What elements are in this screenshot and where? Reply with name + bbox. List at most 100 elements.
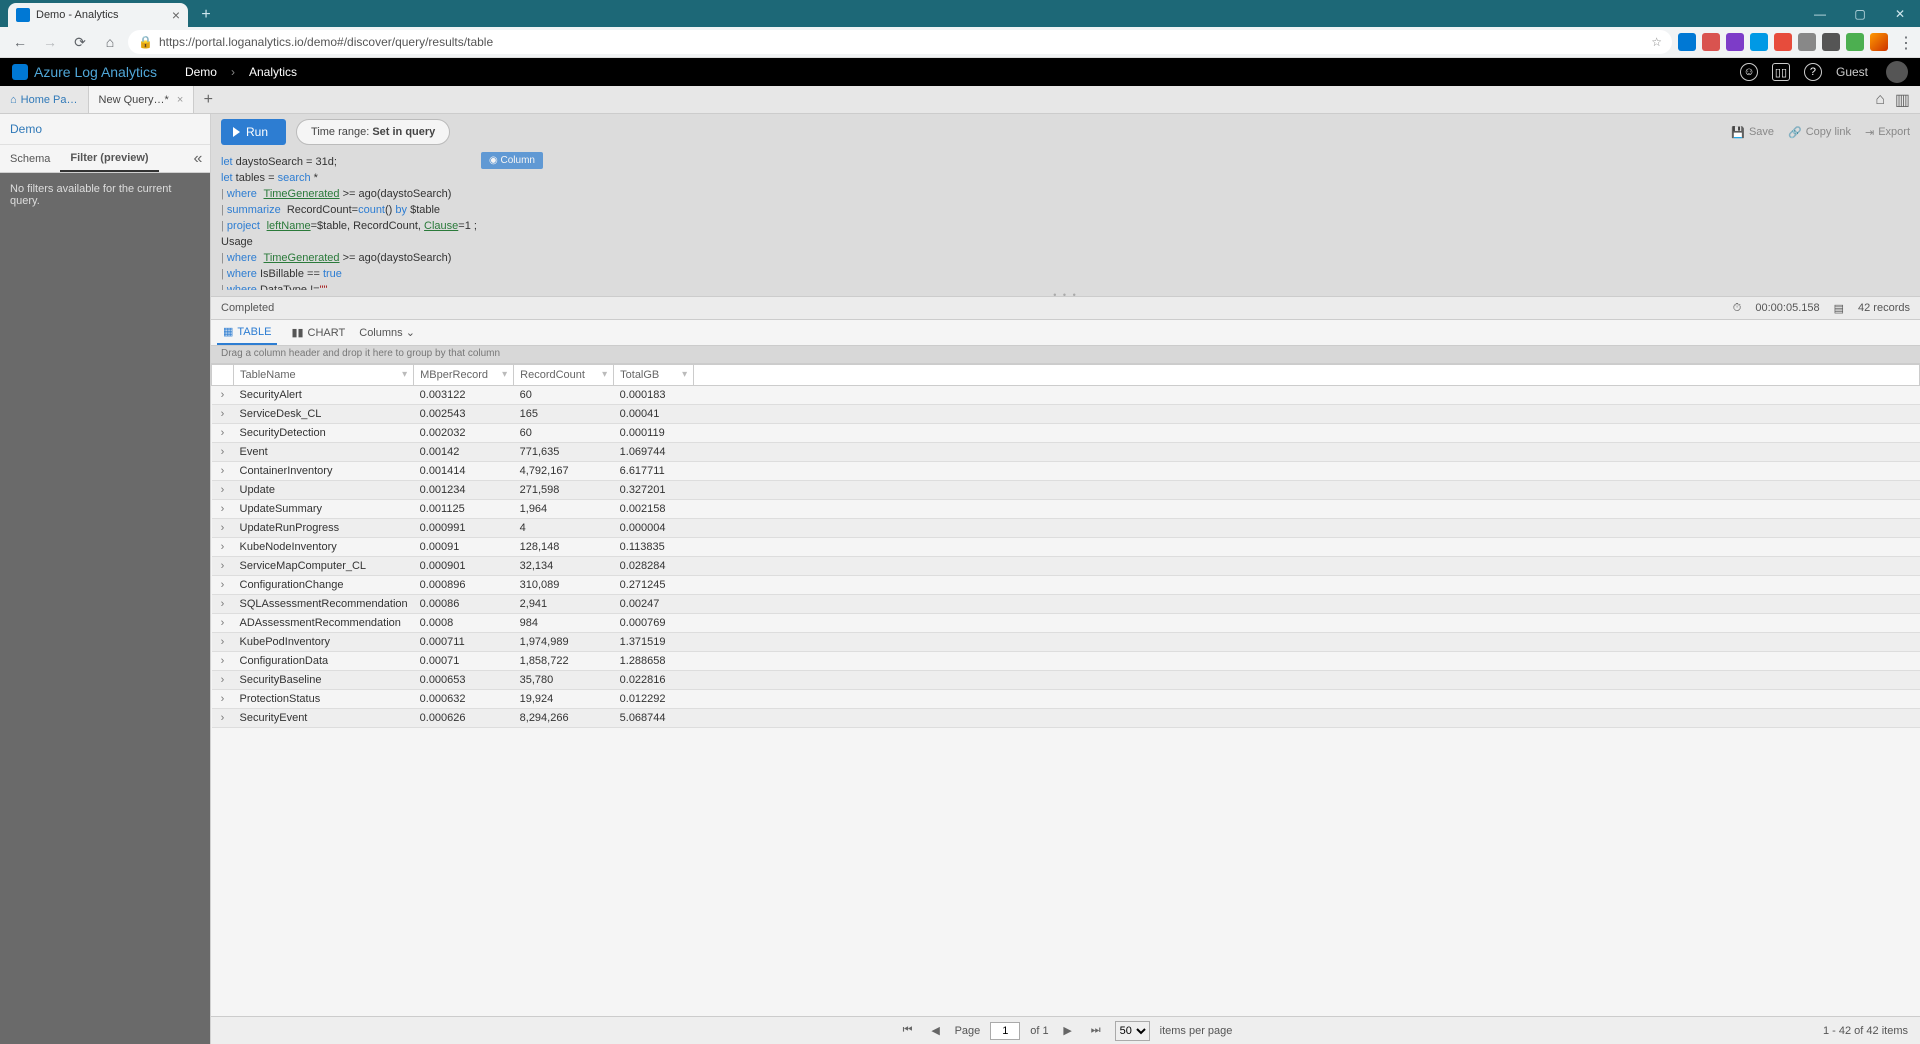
query-editor[interactable]: ◉ Columnlet daystoSearch = 31d; let tabl…: [211, 150, 1920, 290]
row-expand-icon[interactable]: ›: [212, 595, 234, 614]
table-row[interactable]: ›KubeNodeInventory0.00091128,1480.113835: [212, 538, 1920, 557]
row-expand-icon[interactable]: ›: [212, 481, 234, 500]
add-query-tab-button[interactable]: +: [194, 86, 222, 113]
table-row[interactable]: ›Update0.001234271,5980.327201: [212, 481, 1920, 500]
save-button[interactable]: 💾Save: [1731, 126, 1774, 139]
row-expand-icon[interactable]: ›: [212, 500, 234, 519]
group-drop-area[interactable]: Drag a column header and drop it here to…: [211, 346, 1920, 364]
extension-icon[interactable]: [1846, 33, 1864, 51]
window-close-icon[interactable]: ✕: [1880, 0, 1920, 27]
brand[interactable]: Azure Log Analytics: [12, 64, 157, 80]
row-expand-icon[interactable]: ›: [212, 519, 234, 538]
table-row[interactable]: ›ServiceMapComputer_CL0.00090132,1340.02…: [212, 557, 1920, 576]
row-expand-icon[interactable]: ›: [212, 405, 234, 424]
col-header-recordcount[interactable]: RecordCount▾: [514, 365, 614, 386]
tab-close-icon[interactable]: ×: [172, 8, 180, 22]
table-row[interactable]: ›UpdateRunProgress0.00099140.000004: [212, 519, 1920, 538]
table-row[interactable]: ›SecurityAlert0.003122600.000183: [212, 386, 1920, 405]
table-row[interactable]: ›ADAssessmentRecommendation0.00089840.00…: [212, 614, 1920, 633]
filter-icon[interactable]: ▾: [682, 369, 687, 380]
extension-icon[interactable]: [1750, 33, 1768, 51]
row-expand-icon[interactable]: ›: [212, 633, 234, 652]
table-row[interactable]: ›Event0.00142771,6351.069744: [212, 443, 1920, 462]
col-header-mbperrecord[interactable]: MBperRecord▾: [414, 365, 514, 386]
panel-home-icon[interactable]: ⌂: [1875, 91, 1885, 109]
row-expand-icon[interactable]: ›: [212, 538, 234, 557]
browser-menu-icon[interactable]: ⋮: [1894, 33, 1912, 51]
table-row[interactable]: ›SecurityDetection0.002032600.000119: [212, 424, 1920, 443]
tab-new-query[interactable]: New Query…* ×: [89, 86, 195, 113]
nav-forward-icon[interactable]: →: [38, 30, 62, 54]
new-tab-button[interactable]: +: [194, 3, 218, 27]
run-button[interactable]: Run: [221, 119, 286, 145]
row-expand-icon[interactable]: ›: [212, 709, 234, 728]
extension-icon[interactable]: [1726, 33, 1744, 51]
table-row[interactable]: ›SecurityEvent0.0006268,294,2665.068744: [212, 709, 1920, 728]
table-row[interactable]: ›KubePodInventory0.0007111,974,9891.3715…: [212, 633, 1920, 652]
filter-icon[interactable]: ▾: [602, 369, 607, 380]
table-row[interactable]: ›ProtectionStatus0.00063219,9240.012292: [212, 690, 1920, 709]
row-expand-icon[interactable]: ›: [212, 652, 234, 671]
nav-reload-icon[interactable]: ⟳: [68, 30, 92, 54]
workspace-name[interactable]: Demo: [0, 114, 210, 145]
user-avatar-icon[interactable]: [1886, 61, 1908, 83]
pager-page-size[interactable]: 50: [1115, 1021, 1150, 1041]
table-row[interactable]: ›ContainerInventory0.0014144,792,1676.61…: [212, 462, 1920, 481]
col-header-totalgb[interactable]: TotalGB▾: [614, 365, 694, 386]
sidebar-collapse-icon[interactable]: «: [186, 150, 210, 168]
sidebar-tab-schema[interactable]: Schema: [0, 145, 60, 172]
window-minimize-icon[interactable]: —: [1800, 0, 1840, 27]
columns-dropdown[interactable]: Columns ⌄: [359, 326, 415, 339]
tab-chart[interactable]: ▮▮ CHART: [285, 320, 351, 345]
table-row[interactable]: ›UpdateSummary0.0011251,9640.002158: [212, 500, 1920, 519]
browser-tab[interactable]: Demo - Analytics ×: [8, 3, 188, 27]
row-expand-icon[interactable]: ›: [212, 424, 234, 443]
nav-back-icon[interactable]: ←: [8, 30, 32, 54]
filter-icon[interactable]: ▾: [402, 369, 407, 380]
row-expand-icon[interactable]: ›: [212, 576, 234, 595]
profile-avatar-icon[interactable]: [1870, 33, 1888, 51]
extension-icon[interactable]: [1822, 33, 1840, 51]
url-field[interactable]: 🔒 https://portal.loganalytics.io/demo#/d…: [128, 30, 1672, 54]
pager-page-input[interactable]: [990, 1022, 1020, 1040]
row-expand-icon[interactable]: ›: [212, 557, 234, 576]
bookmark-star-icon[interactable]: ☆: [1651, 35, 1662, 49]
extension-icon[interactable]: [1702, 33, 1720, 51]
table-row[interactable]: ›ConfigurationChange0.000896310,0890.271…: [212, 576, 1920, 595]
tab-close-icon[interactable]: ×: [177, 94, 183, 106]
row-expand-icon[interactable]: ›: [212, 443, 234, 462]
nav-home-icon[interactable]: ⌂: [98, 30, 122, 54]
pager-prev-icon[interactable]: ◀: [927, 1024, 945, 1037]
table-row[interactable]: ›SQLAssessmentRecommendation0.000862,941…: [212, 595, 1920, 614]
export-button[interactable]: ⇥Export: [1865, 126, 1910, 139]
row-expand-icon[interactable]: ›: [212, 690, 234, 709]
row-expand-icon[interactable]: ›: [212, 614, 234, 633]
feedback-icon[interactable]: ☺: [1740, 63, 1758, 81]
row-expand-icon[interactable]: ›: [212, 462, 234, 481]
sidebar-tab-filter[interactable]: Filter (preview): [60, 145, 158, 172]
tab-table[interactable]: ▦ TABLE: [217, 320, 277, 345]
pager-last-icon[interactable]: ⏭: [1087, 1024, 1105, 1037]
extension-icon[interactable]: [1798, 33, 1816, 51]
pager-next-icon[interactable]: ▶: [1059, 1024, 1077, 1037]
row-expand-icon[interactable]: ›: [212, 386, 234, 405]
results-table-container[interactable]: TableName▾ MBperRecord▾ RecordCount▾ Tot…: [211, 364, 1920, 1016]
table-row[interactable]: ›ConfigurationData0.000711,858,7221.2886…: [212, 652, 1920, 671]
breadcrumb-analytics[interactable]: Analytics: [249, 65, 297, 79]
col-header-tablename[interactable]: TableName▾: [234, 365, 414, 386]
tab-home[interactable]: ⌂ Home Pa…: [0, 86, 89, 113]
pager-first-icon[interactable]: ⏮: [899, 1024, 917, 1037]
row-expand-icon[interactable]: ›: [212, 671, 234, 690]
table-row[interactable]: ›ServiceDesk_CL0.0025431650.00041: [212, 405, 1920, 424]
extension-icon[interactable]: [1678, 33, 1696, 51]
table-row[interactable]: ›SecurityBaseline0.00065335,7800.022816: [212, 671, 1920, 690]
breadcrumb-workspace[interactable]: Demo: [185, 65, 217, 79]
filter-icon[interactable]: ▾: [502, 369, 507, 380]
panel-layout-icon[interactable]: ▥: [1895, 90, 1910, 110]
window-maximize-icon[interactable]: ▢: [1840, 0, 1880, 27]
docs-icon[interactable]: ▯▯: [1772, 63, 1790, 81]
help-icon[interactable]: ?: [1804, 63, 1822, 81]
time-range-picker[interactable]: Time range: Set in query: [296, 119, 450, 145]
copy-link-button[interactable]: 🔗Copy link: [1788, 126, 1851, 139]
extension-icon[interactable]: [1774, 33, 1792, 51]
